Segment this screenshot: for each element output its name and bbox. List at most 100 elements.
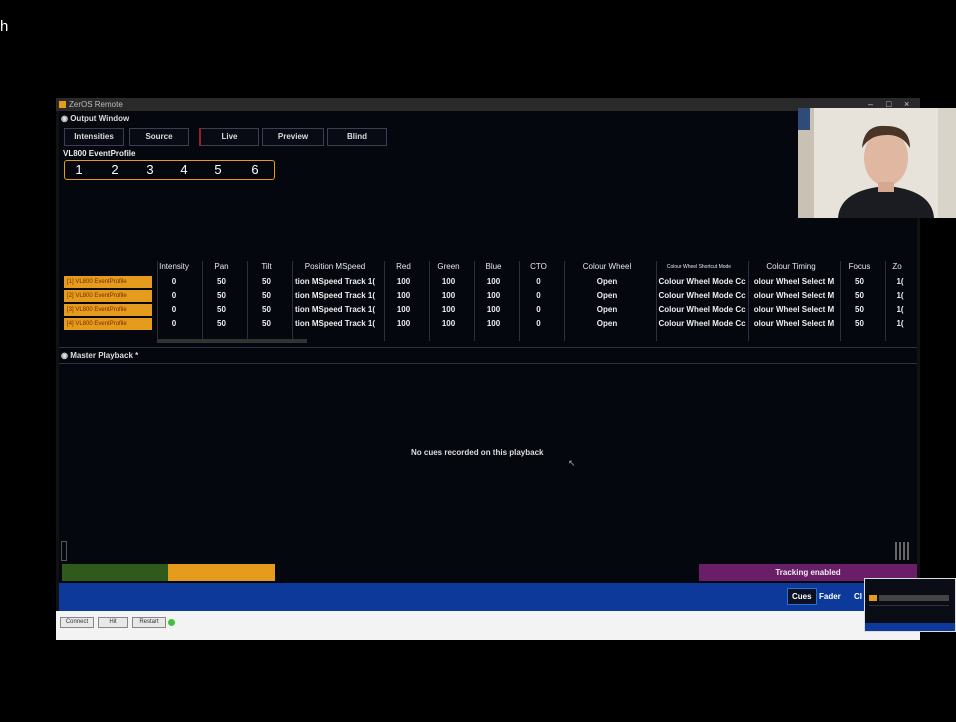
- cell-value[interactable]: 100: [426, 277, 471, 286]
- cell-value[interactable]: olour Wheel Select M: [749, 291, 839, 300]
- tab-preview[interactable]: Preview: [262, 128, 324, 146]
- column-header[interactable]: Pan: [199, 262, 244, 271]
- column-header[interactable]: Colour Wheel: [561, 262, 653, 271]
- cell-value[interactable]: 1(: [894, 305, 906, 314]
- cell-value[interactable]: 0: [154, 305, 194, 314]
- cell-value[interactable]: 100: [426, 291, 471, 300]
- fixture-number[interactable]: 6: [245, 162, 265, 177]
- fixture-number[interactable]: 1: [69, 162, 89, 177]
- panel-divider: [59, 347, 917, 348]
- cell-value[interactable]: 50: [244, 319, 289, 328]
- cell-value[interactable]: Open: [561, 277, 653, 286]
- cell-value[interactable]: 50: [244, 291, 289, 300]
- column-header[interactable]: Colour Timing: [745, 262, 837, 271]
- cell-value[interactable]: 100: [471, 319, 516, 328]
- zeros-remote-window: ZerOS Remote – □ × ◉ Output Window Inten…: [56, 98, 920, 640]
- column-header[interactable]: CTO: [516, 262, 561, 271]
- cell-value[interactable]: 50: [199, 305, 244, 314]
- cell-value[interactable]: tion MSpeed Track 1(: [290, 291, 380, 300]
- fixture-row-label[interactable]: [2] VL800 EventProfile: [64, 290, 152, 302]
- mode-cl-button[interactable]: Cl: [854, 592, 862, 601]
- cell-value[interactable]: 100: [381, 291, 426, 300]
- fixture-number[interactable]: 5: [208, 162, 228, 177]
- cell-value[interactable]: 50: [199, 291, 244, 300]
- mode-cues-button[interactable]: Cues: [787, 588, 817, 605]
- cell-value[interactable]: 100: [426, 319, 471, 328]
- cell-value[interactable]: tion MSpeed Track 1(: [290, 319, 380, 328]
- mouse-pointer-icon: ↖: [568, 458, 576, 468]
- cell-value[interactable]: 100: [381, 305, 426, 314]
- cell-value[interactable]: 1(: [894, 277, 906, 286]
- cell-value[interactable]: 100: [381, 277, 426, 286]
- cell-value[interactable]: 100: [471, 277, 516, 286]
- cell-value[interactable]: 1(: [894, 319, 906, 328]
- cell-value[interactable]: 0: [154, 277, 194, 286]
- tab-blind[interactable]: Blind: [327, 128, 387, 146]
- fixture-row[interactable]: [2] VL800 EventProfile 0 50 50 tion MSpe…: [64, 289, 914, 303]
- fixture-row-label[interactable]: [3] VL800 EventProfile: [64, 304, 152, 316]
- cell-value[interactable]: 0: [516, 319, 561, 328]
- cell-value[interactable]: 0: [516, 305, 561, 314]
- cell-value[interactable]: 100: [426, 305, 471, 314]
- cell-value[interactable]: 50: [199, 277, 244, 286]
- fixture-row[interactable]: [4] VL800 EventProfile 0 50 50 tion MSpe…: [64, 317, 914, 331]
- tab-source[interactable]: Source: [129, 128, 189, 146]
- column-header[interactable]: Focus: [837, 262, 882, 271]
- left-scroll-handle[interactable]: [61, 541, 67, 561]
- cell-value[interactable]: 50: [837, 291, 882, 300]
- cell-value[interactable]: Colour Wheel Mode Cc: [657, 305, 747, 314]
- cell-value[interactable]: tion MSpeed Track 1(: [290, 277, 380, 286]
- panel-toggle-icon[interactable]: ◉: [61, 114, 70, 123]
- connect-button[interactable]: Connect: [60, 617, 94, 628]
- cell-value[interactable]: tion MSpeed Track 1(: [290, 305, 380, 314]
- cell-value[interactable]: Colour Wheel Mode Cc: [657, 319, 747, 328]
- panel-toggle-icon[interactable]: ◉: [61, 351, 70, 360]
- cell-value[interactable]: olour Wheel Select M: [749, 319, 839, 328]
- column-header[interactable]: Intensity: [154, 262, 194, 271]
- column-header[interactable]: Position MSpeed: [289, 262, 381, 271]
- cell-value[interactable]: 1(: [894, 291, 906, 300]
- mini-preview-overlay: [864, 578, 956, 632]
- tab-live[interactable]: Live: [199, 128, 259, 146]
- cell-value[interactable]: Open: [561, 305, 653, 314]
- horizontal-scrollbar[interactable]: [157, 339, 307, 343]
- column-header[interactable]: Zo: [882, 262, 912, 271]
- cell-value[interactable]: Open: [561, 291, 653, 300]
- master-playback-header[interactable]: ◉ Master Playback *: [61, 351, 138, 363]
- cell-value[interactable]: 100: [471, 291, 516, 300]
- cell-value[interactable]: Colour Wheel Mode Cc: [657, 277, 747, 286]
- cell-value[interactable]: 100: [471, 305, 516, 314]
- fixture-number[interactable]: 4: [174, 162, 194, 177]
- cell-value[interactable]: 50: [837, 277, 882, 286]
- fixture-number[interactable]: 2: [105, 162, 125, 177]
- cell-value[interactable]: 50: [244, 277, 289, 286]
- cell-value[interactable]: Colour Wheel Mode Cc: [657, 291, 747, 300]
- cell-value[interactable]: Open: [561, 319, 653, 328]
- cell-value[interactable]: olour Wheel Select M: [749, 305, 839, 314]
- cell-value[interactable]: 0: [154, 291, 194, 300]
- fixture-number[interactable]: 3: [140, 162, 160, 177]
- fixture-row-label[interactable]: [1] VL800 EventProfile: [64, 276, 152, 288]
- cell-value[interactable]: 100: [381, 319, 426, 328]
- column-header[interactable]: Tilt: [244, 262, 289, 271]
- cell-value[interactable]: olour Wheel Select M: [749, 277, 839, 286]
- cell-value[interactable]: 50: [837, 305, 882, 314]
- mode-fader-button[interactable]: Fader: [819, 592, 841, 601]
- fixture-row[interactable]: [3] VL800 EventProfile 0 50 50 tion MSpe…: [64, 303, 914, 317]
- hit-button[interactable]: Hit: [98, 617, 128, 628]
- fixture-row[interactable]: [1] VL800 EventProfile 0 50 50 tion MSpe…: [64, 275, 914, 289]
- grip-icon[interactable]: [895, 542, 909, 560]
- column-header[interactable]: Blue: [471, 262, 516, 271]
- cell-value[interactable]: 0: [154, 319, 194, 328]
- cell-value[interactable]: 50: [837, 319, 882, 328]
- cell-value[interactable]: 0: [516, 277, 561, 286]
- cell-value[interactable]: 50: [244, 305, 289, 314]
- column-header[interactable]: Green: [426, 262, 471, 271]
- restart-button[interactable]: Restart: [132, 617, 166, 628]
- tab-intensities[interactable]: Intensities: [64, 128, 124, 146]
- fixture-row-label[interactable]: [4] VL800 EventProfile: [64, 318, 152, 330]
- column-header[interactable]: Red: [381, 262, 426, 271]
- column-header[interactable]: Colour Wheel Shortcut Mode: [653, 264, 745, 270]
- cell-value[interactable]: 0: [516, 291, 561, 300]
- cell-value[interactable]: 50: [199, 319, 244, 328]
